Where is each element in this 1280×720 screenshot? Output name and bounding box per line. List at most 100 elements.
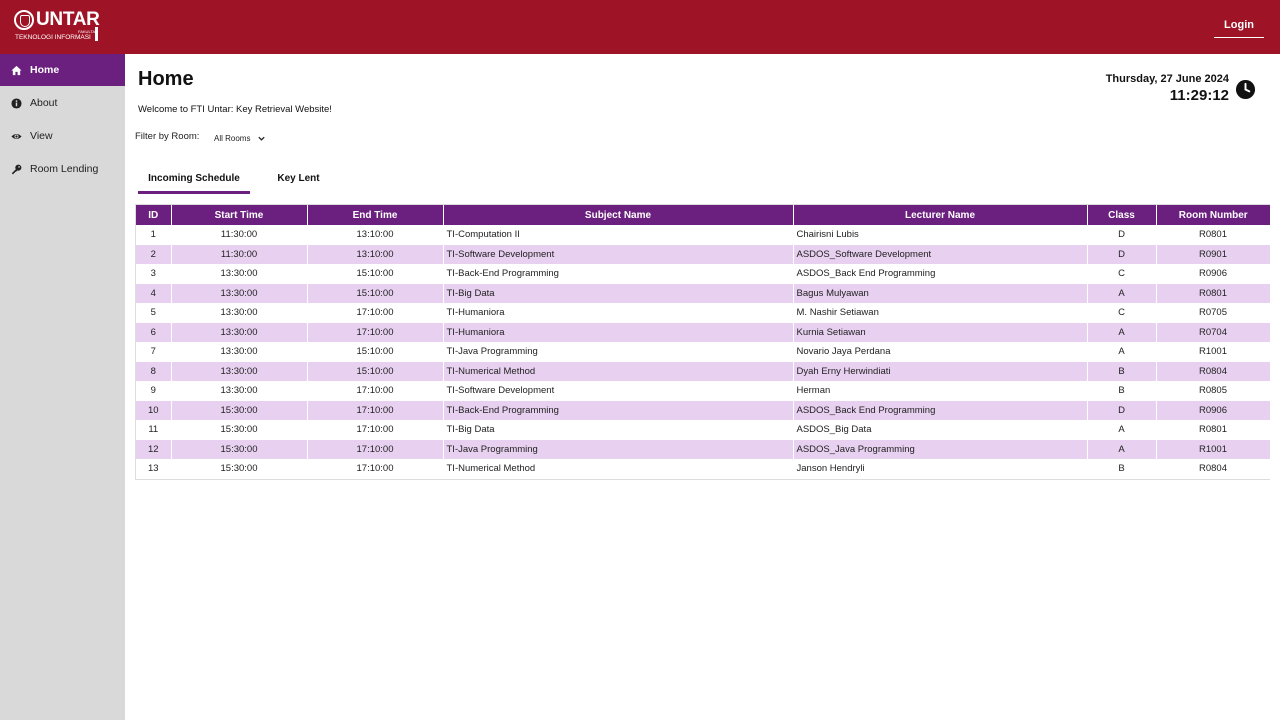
table-row[interactable]: 7 13:30:00 15:10:00 TI-Java Programming Nova… [136, 342, 1271, 362]
page-title: Home [138, 68, 194, 90]
cell-end-time: 17:10:00 [307, 439, 444, 459]
cell-start-time: 13:30:00 [171, 264, 308, 284]
table-header-row: ID Start Time End Time Subject Name Lect… [136, 205, 1270, 225]
cell-lecturer: Dyah Erny Herwindiati [793, 361, 1088, 381]
logo-text: UNTAR [36, 9, 100, 30]
cell-subject: TI-Numerical Method [443, 361, 794, 381]
table-row[interactable]: 12 15:30:00 17:10:00 TI-Java Programming ASD… [136, 439, 1271, 459]
cell-subject: TI-Humaniora [443, 303, 794, 323]
cell-class: A [1087, 322, 1157, 342]
cell-subject: TI-Big Data [443, 420, 794, 440]
sidebar: Home About View Room Lending [0, 54, 125, 720]
cell-class: A [1087, 420, 1157, 440]
cell-subject: TI-Software Development [443, 244, 794, 264]
cell-end-time: 13:10:00 [307, 244, 444, 264]
cell-room: R0804 [1156, 361, 1271, 381]
sidebar-item-view[interactable]: View [0, 120, 125, 152]
cell-room: R0801 [1156, 225, 1271, 245]
cell-end-time: 17:10:00 [307, 420, 444, 440]
cell-id: 10 [136, 400, 172, 420]
table-row[interactable]: 1 11:30:00 13:10:00 TI-Computation II Chairi… [136, 225, 1271, 245]
table-row[interactable]: 6 13:30:00 17:10:00 TI-Humaniora Kurnia Seti… [136, 322, 1271, 342]
table-row[interactable]: 11 15:30:00 17:10:00 TI-Big Data ASDOS_Big D… [136, 420, 1271, 440]
cell-room: R0801 [1156, 283, 1271, 303]
cell-subject: TI-Big Data [443, 283, 794, 303]
welcome-text: Welcome to FTI Untar: Key Retrieval Webs… [138, 104, 332, 115]
cell-room: R1001 [1156, 342, 1271, 362]
cell-start-time: 13:30:00 [171, 342, 308, 362]
table-row[interactable]: 5 13:30:00 17:10:00 TI-Humaniora M. Nashir S… [136, 303, 1271, 323]
current-date: Thursday, 27 June 2024 [1105, 73, 1229, 85]
cell-room: R0805 [1156, 381, 1271, 401]
sidebar-item-label: Home [30, 64, 60, 76]
cell-start-time: 15:30:00 [171, 439, 308, 459]
clock-icon [1235, 79, 1256, 100]
cell-end-time: 17:10:00 [307, 459, 444, 479]
schedule-table: ID Start Time End Time Subject Name Lect… [135, 204, 1271, 480]
cell-class: B [1087, 459, 1157, 479]
table-row[interactable]: 13 15:30:00 17:10:00 TI-Numerical Method Jan… [136, 459, 1271, 479]
table-row[interactable]: 2 11:30:00 13:10:00 TI-Software Development… [136, 244, 1271, 264]
cell-lecturer: Janson Hendryli [793, 459, 1088, 479]
cell-subject: TI-Software Development [443, 381, 794, 401]
cell-start-time: 13:30:00 [171, 283, 308, 303]
sidebar-item-home[interactable]: Home [0, 54, 125, 86]
cell-lecturer: Herman [793, 381, 1088, 401]
cell-room: R0704 [1156, 322, 1271, 342]
table-body: 1 11:30:00 13:10:00 TI-Computation II Chairi… [136, 225, 1271, 479]
tab-key-lent[interactable]: Key Lent [266, 166, 331, 194]
cell-room: R0705 [1156, 303, 1271, 323]
header-room-number[interactable]: Room Number [1156, 205, 1270, 225]
cell-start-time: 13:30:00 [171, 361, 308, 381]
table-row[interactable]: 10 15:30:00 17:10:00 TI-Back-End Programmin… [136, 400, 1271, 420]
cell-room: R1001 [1156, 439, 1271, 459]
cell-room: R0906 [1156, 400, 1271, 420]
sidebar-item-room-lending[interactable]: Room Lending [0, 153, 125, 185]
untar-logo[interactable]: UNTAR FAKULTAS TEKNOLOGI INFORMASI [14, 10, 104, 46]
room-filter-select[interactable]: All Rooms [210, 130, 276, 146]
cell-end-time: 15:10:00 [307, 264, 444, 284]
logo-subtitle: TEKNOLOGI INFORMASI [15, 34, 91, 41]
cell-lecturer: Novario Jaya Perdana [793, 342, 1088, 362]
table-row[interactable]: 4 13:30:00 15:10:00 TI-Big Data Bagus Mulyaw… [136, 283, 1271, 303]
cell-id: 1 [136, 225, 172, 245]
cell-start-time: 13:30:00 [171, 381, 308, 401]
cell-id: 6 [136, 322, 172, 342]
tab-incoming-schedule[interactable]: Incoming Schedule [138, 166, 250, 194]
cell-subject: TI-Computation II [443, 225, 794, 245]
login-button[interactable]: Login [1214, 16, 1264, 38]
cell-room: R0901 [1156, 244, 1271, 264]
cell-start-time: 13:30:00 [171, 303, 308, 323]
table-row[interactable]: 8 13:30:00 15:10:00 TI-Numerical Method Dyah… [136, 361, 1271, 381]
room-filter-value: All Rooms [214, 133, 251, 143]
cell-start-time: 11:30:00 [171, 225, 308, 245]
key-icon [10, 163, 22, 175]
filter-label: Filter by Room: [135, 131, 200, 142]
cell-start-time: 11:30:00 [171, 244, 308, 264]
cell-lecturer: ASDOS_Java Programming [793, 439, 1088, 459]
cell-start-time: 13:30:00 [171, 322, 308, 342]
cell-end-time: 15:10:00 [307, 342, 444, 362]
cell-class: D [1087, 244, 1157, 264]
table-row[interactable]: 3 13:30:00 15:10:00 TI-Back-End Programming… [136, 264, 1271, 284]
cell-lecturer: Kurnia Setiawan [793, 322, 1088, 342]
cell-lecturer: ASDOS_Software Development [793, 244, 1088, 264]
header-start-time[interactable]: Start Time [171, 205, 308, 225]
sidebar-item-about[interactable]: About [0, 87, 125, 119]
cell-lecturer: ASDOS_Back End Programming [793, 264, 1088, 284]
sidebar-item-label: View [30, 130, 53, 142]
untar-seal-icon [14, 10, 34, 30]
header-subject-name[interactable]: Subject Name [443, 205, 794, 225]
cell-lecturer: ASDOS_Big Data [793, 420, 1088, 440]
cell-subject: TI-Java Programming [443, 342, 794, 362]
cell-start-time: 15:30:00 [171, 420, 308, 440]
cell-class: D [1087, 225, 1157, 245]
cell-end-time: 17:10:00 [307, 322, 444, 342]
header-id[interactable]: ID [136, 205, 172, 225]
header-end-time[interactable]: End Time [307, 205, 444, 225]
cell-end-time: 17:10:00 [307, 303, 444, 323]
table-row[interactable]: 9 13:30:00 17:10:00 TI-Software Development… [136, 381, 1271, 401]
header-class[interactable]: Class [1087, 205, 1157, 225]
cell-start-time: 15:30:00 [171, 400, 308, 420]
header-lecturer-name[interactable]: Lecturer Name [793, 205, 1088, 225]
